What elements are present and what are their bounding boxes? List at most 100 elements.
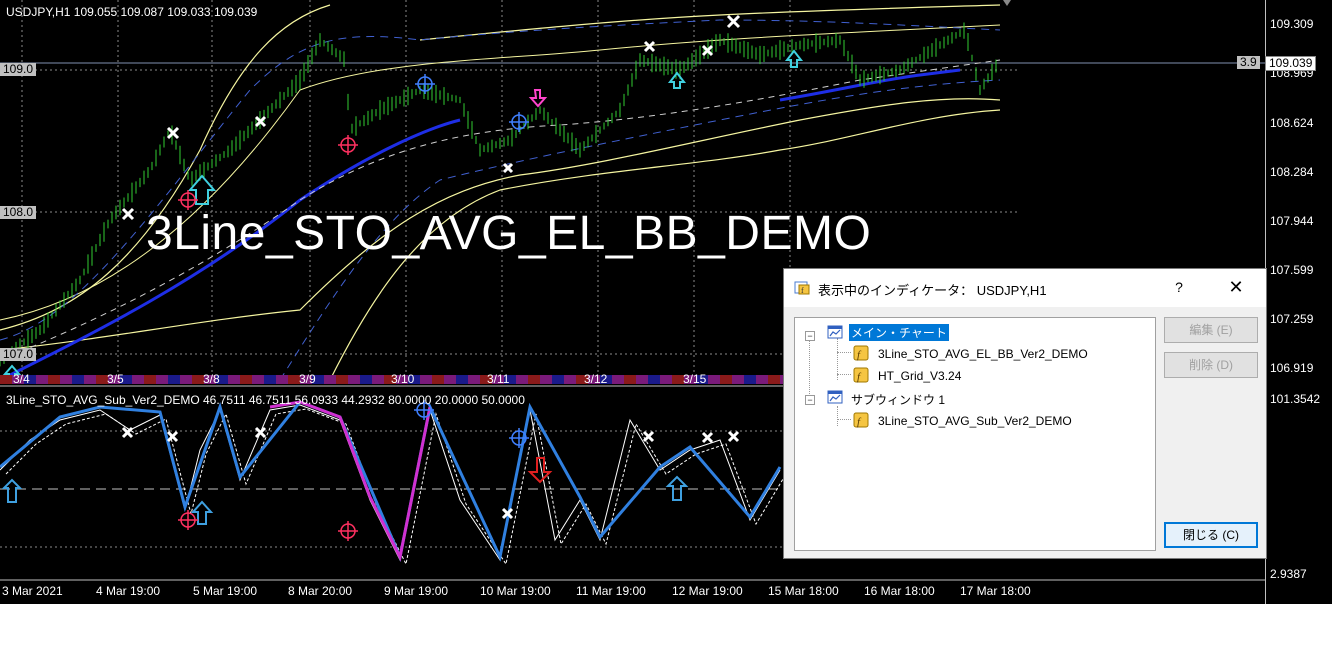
day-strip-cell xyxy=(276,375,288,384)
day-label: 3/12 xyxy=(584,372,608,386)
day-strip-cell xyxy=(348,375,360,384)
day-strip-cell xyxy=(756,375,768,384)
day-strip-cell xyxy=(360,375,372,384)
sub-axis-min: 2.9387 xyxy=(1270,567,1307,581)
day-strip-cell xyxy=(180,375,192,384)
subwindow-header: 3Line_STO_AVG_Sub_Ver2_DEMO 46.7511 46.7… xyxy=(6,393,525,407)
time-tick: 9 Mar 19:00 xyxy=(384,584,449,598)
day-strip-cell xyxy=(456,375,468,384)
price-tick: 109.309 xyxy=(1270,17,1314,31)
level-label-109: 109.0 xyxy=(0,63,37,76)
price-tick: 108.624 xyxy=(1270,116,1314,130)
day-strip-cell xyxy=(420,375,432,384)
time-tick: 5 Mar 19:00 xyxy=(193,584,258,598)
dialog-close-button[interactable]: ✕ xyxy=(1224,277,1248,298)
time-tick: 15 Mar 18:00 xyxy=(768,584,839,598)
dialog-title: 表示中のインディケータ： USDJPY,H1 xyxy=(818,283,1047,298)
tree-item-indicator[interactable]: 3Line_STO_AVG_Sub_Ver2_DEMO xyxy=(878,414,1072,428)
day-strip-cell xyxy=(648,375,660,384)
tree-connector xyxy=(837,419,851,420)
day-strip-cell xyxy=(72,375,84,384)
day-label: 3/15 xyxy=(683,372,707,386)
collapse-toggle-main[interactable]: − xyxy=(805,331,815,341)
time-tick: 10 Mar 19:00 xyxy=(480,584,551,598)
function-icon: f xyxy=(853,367,869,383)
tree-connector xyxy=(809,334,810,396)
day-strip-cell xyxy=(60,375,72,384)
indicator-tree[interactable]: − メイン・チャート f 3Line_STO_AVG_EL_BB_Ver2_DE… xyxy=(794,317,1156,551)
day-strip-cell xyxy=(552,375,564,384)
chart-symbol-header: USDJPY,H1 109.055 109.087 109.033 109.03… xyxy=(6,5,258,19)
day-strip-cell xyxy=(468,375,480,384)
svg-text:f: f xyxy=(801,286,804,295)
time-tick: 3 Mar 2021 xyxy=(2,584,63,598)
level-label-107: 107.0 xyxy=(0,348,37,361)
delete-button[interactable]: 削除 (D) xyxy=(1164,352,1258,378)
time-tick: 17 Mar 18:00 xyxy=(960,584,1031,598)
spread-label: 3.9 xyxy=(1237,56,1260,69)
day-strip-cell xyxy=(744,375,756,384)
day-strip-cell xyxy=(708,375,720,384)
price-axis[interactable]: 109.309 108.969 108.624 108.284 107.944 … xyxy=(1265,0,1332,604)
day-strip-cell xyxy=(324,375,336,384)
price-tick: 107.259 xyxy=(1270,312,1314,326)
day-strip-cell xyxy=(540,375,552,384)
dialog-titlebar[interactable]: f 表示中のインディケータ： USDJPY,H1 ? ✕ xyxy=(784,269,1266,307)
day-label: 3/8 xyxy=(203,372,220,386)
indicator-list-icon: f xyxy=(794,281,810,295)
day-strip-cell xyxy=(372,375,384,384)
tree-node-main-chart[interactable]: メイン・チャート xyxy=(849,324,949,341)
price-tick: 106.919 xyxy=(1270,361,1314,375)
tree-item-indicator[interactable]: HT_Grid_V3.24 xyxy=(878,369,961,383)
day-strip-cell xyxy=(564,375,576,384)
day-label: 3/11 xyxy=(487,372,510,386)
help-button[interactable]: ? xyxy=(1169,279,1189,295)
day-label: 3/4 xyxy=(13,372,30,386)
day-strip-cell xyxy=(252,375,264,384)
day-strip-cell xyxy=(144,375,156,384)
day-strip-cell xyxy=(84,375,96,384)
tree-item-indicator[interactable]: 3Line_STO_AVG_EL_BB_Ver2_DEMO xyxy=(878,347,1088,361)
time-tick: 12 Mar 19:00 xyxy=(672,584,743,598)
day-strip-cell xyxy=(636,375,648,384)
price-tick: 108.284 xyxy=(1270,165,1314,179)
sub-axis-max: 101.3542 xyxy=(1270,392,1321,406)
level-label-108: 108.0 xyxy=(0,206,37,219)
day-strip-cell xyxy=(264,375,276,384)
time-tick: 8 Mar 20:00 xyxy=(288,584,353,598)
close-button[interactable]: 閉じる (C) xyxy=(1164,522,1258,548)
day-strip-cell xyxy=(768,375,780,384)
tree-connector xyxy=(837,406,838,426)
day-strip-cell xyxy=(444,375,456,384)
chart-watermark-title: 3Line_STO_AVG_EL_BB_DEMO xyxy=(146,207,872,260)
day-strip-cell xyxy=(732,375,744,384)
day-strip-cell xyxy=(336,375,348,384)
day-strip-cell xyxy=(432,375,444,384)
collapse-toggle-sub[interactable]: − xyxy=(805,395,815,405)
day-strip-cell xyxy=(48,375,60,384)
day-strip-cell xyxy=(240,375,252,384)
day-label: 3/10 xyxy=(391,372,415,386)
day-strip-cell xyxy=(720,375,732,384)
time-tick: 4 Mar 19:00 xyxy=(96,584,161,598)
day-strip-cell xyxy=(516,375,528,384)
time-tick: 11 Mar 19:00 xyxy=(576,584,646,598)
indicator-list-dialog[interactable]: f 表示中のインディケータ： USDJPY,H1 ? ✕ − メイン・チャート … xyxy=(783,268,1267,559)
day-strip-cell xyxy=(528,375,540,384)
tree-node-subwindow[interactable]: サブウィンドウ 1 xyxy=(851,391,945,408)
time-tick: 16 Mar 18:00 xyxy=(864,584,935,598)
chart-window-icon xyxy=(827,390,843,404)
tree-connector xyxy=(837,352,851,353)
price-tick: 107.599 xyxy=(1270,263,1314,277)
day-strip-cell xyxy=(660,375,672,384)
day-strip-cell xyxy=(36,375,48,384)
day-strip-cell xyxy=(624,375,636,384)
function-icon: f xyxy=(853,345,869,361)
day-strip-cell xyxy=(612,375,624,384)
day-strip-cell xyxy=(0,375,12,384)
tree-connector xyxy=(837,374,851,375)
day-strip-cell xyxy=(156,375,168,384)
edit-button[interactable]: 編集 (E) xyxy=(1164,317,1258,343)
chart-window-icon xyxy=(827,325,843,339)
day-strip-cell xyxy=(168,375,180,384)
